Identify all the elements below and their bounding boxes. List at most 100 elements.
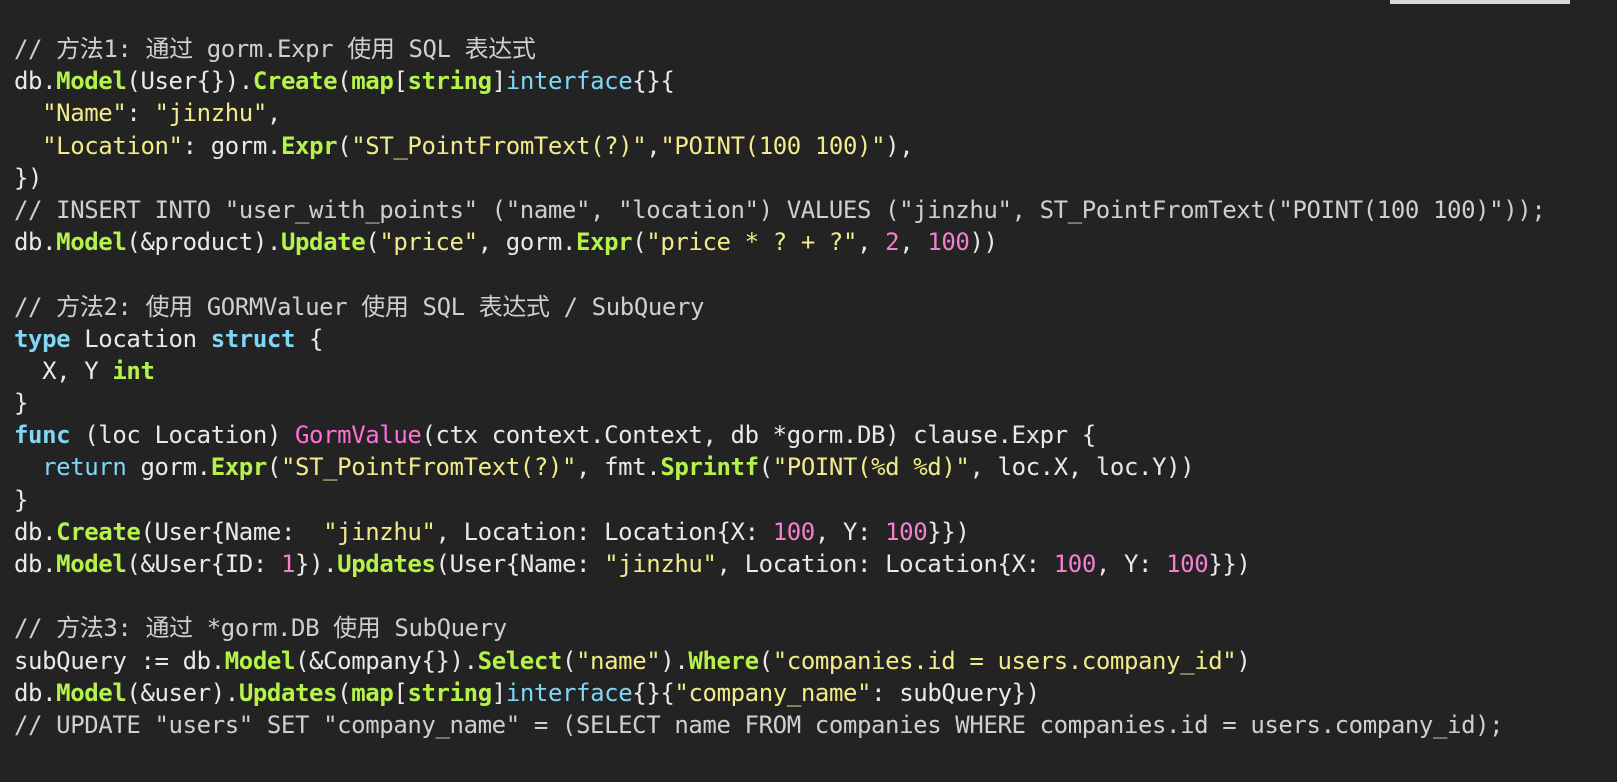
code-line[interactable]: // 方法3: 通过 *gorm.DB 使用 SubQuery bbox=[14, 612, 1545, 644]
code-line[interactable]: return gorm.Expr("ST_PointFromText(?)", … bbox=[14, 451, 1545, 483]
code-text-token: , gorm. bbox=[477, 228, 577, 257]
code-line[interactable]: // INSERT INTO "user_with_points" ("name… bbox=[14, 194, 1546, 226]
code-text-token: , bbox=[266, 99, 281, 128]
code-number-token: 1 bbox=[280, 550, 296, 578]
code-number-token: 100 bbox=[885, 517, 928, 546]
code-comment: // UPDATE "users" SET "company_name" = (… bbox=[14, 710, 1504, 739]
code-line[interactable]: db.Model(&User{ID: 1}).Updates(User{Name… bbox=[14, 548, 1545, 580]
code-text-token: ] bbox=[491, 67, 506, 96]
code-function-token: Expr bbox=[280, 131, 338, 160]
code-string-token: "companies.id = users.company_id" bbox=[772, 646, 1237, 675]
code-string-token: "price" bbox=[379, 228, 478, 257]
code-line[interactable]: } bbox=[14, 484, 1545, 516]
code-comment: // 方法2: 使用 GORMValuer 使用 SQL 表达式 / SubQu… bbox=[14, 292, 705, 321]
code-text-token: ( bbox=[365, 228, 380, 257]
code-editor[interactable]: // 方法1: 通过 gorm.Expr 使用 SQL 表达式 db.Model(… bbox=[0, 0, 1617, 782]
code-text-token: db. bbox=[14, 550, 57, 578]
code-text-token: {}{ bbox=[632, 67, 675, 96]
code-keyword-token: return bbox=[42, 453, 127, 482]
code-text-token: ), bbox=[885, 131, 914, 160]
code-block[interactable]: // 方法1: 通过 gorm.Expr 使用 SQL 表达式 db.Model(… bbox=[14, 33, 1546, 741]
code-line[interactable]: }) bbox=[14, 162, 1545, 194]
code-text-token: ( bbox=[337, 131, 352, 160]
code-text-token: (loc Location) bbox=[70, 421, 295, 450]
code-text-token: (ctx context.Context, db *gorm.DB) claus… bbox=[421, 421, 1096, 450]
code-line[interactable]: "Name": "jinzhu", bbox=[14, 97, 1545, 129]
code-text-token: }}) bbox=[927, 517, 970, 546]
code-line[interactable]: db.Model(User{}).Create(map[string]inter… bbox=[14, 65, 1545, 97]
code-text-token: , bbox=[857, 228, 886, 257]
code-text-token: : bbox=[126, 99, 155, 128]
code-function-token: Model bbox=[56, 67, 127, 96]
code-text-token: X, Y bbox=[14, 356, 113, 385]
code-text-token: (&User{ID: bbox=[126, 550, 281, 578]
code-comment: // 方法1: 通过 gorm.Expr 使用 SQL 表达式 bbox=[14, 35, 536, 63]
code-keyword-token: func bbox=[14, 421, 71, 450]
code-line[interactable]: "Location": gorm.Expr("ST_PointFromText(… bbox=[14, 130, 1545, 162]
code-string-token: "company_name" bbox=[674, 678, 872, 707]
code-text-token: (User{}). bbox=[126, 67, 253, 96]
code-line[interactable]: db.Create(User{Name: "jinzhu", Location:… bbox=[14, 516, 1545, 548]
blank-code-line[interactable] bbox=[14, 258, 1545, 290]
code-keyword-token: struct bbox=[210, 324, 296, 353]
code-text-token: ). bbox=[660, 646, 689, 675]
code-function-token: Create bbox=[252, 67, 338, 96]
code-text-token: : subQuery}) bbox=[871, 678, 1040, 707]
code-text-token: (&user). bbox=[126, 678, 239, 707]
code-text-token: [ bbox=[393, 678, 408, 707]
code-text-token: (&Company{}). bbox=[295, 646, 478, 675]
code-string-token: "ST_PointFromText(?)" bbox=[280, 453, 577, 482]
blank-code-line[interactable] bbox=[14, 580, 1545, 612]
code-string-token: "price * ? + ?" bbox=[646, 228, 858, 257]
code-string-token: "POINT(%d %d)" bbox=[772, 453, 970, 482]
code-line[interactable]: subQuery := db.Model(&Company{}).Select(… bbox=[14, 645, 1545, 677]
code-number-token: 100 bbox=[927, 228, 970, 257]
code-text-token: ( bbox=[337, 678, 352, 707]
code-text-token: ( bbox=[758, 646, 773, 675]
code-line[interactable]: } bbox=[14, 387, 1545, 419]
code-string-token: "jinzhu" bbox=[323, 517, 436, 546]
code-text-token: gorm. bbox=[126, 453, 211, 482]
code-function-token: int bbox=[112, 356, 155, 385]
code-text-token: Location bbox=[70, 324, 211, 353]
code-function-token: Update bbox=[280, 228, 366, 257]
code-text-token: } bbox=[14, 485, 29, 514]
code-text-token: }) bbox=[14, 163, 43, 192]
code-comment: // 方法3: 通过 *gorm.DB 使用 SubQuery bbox=[14, 614, 507, 643]
code-number-token: 100 bbox=[772, 517, 816, 546]
code-line[interactable]: db.Model(&product).Update("price", gorm.… bbox=[14, 226, 1545, 258]
code-text-token: db. bbox=[14, 228, 57, 257]
code-line[interactable]: X, Y int bbox=[14, 355, 1545, 387]
code-string-token: "ST_PointFromText(?)" bbox=[351, 131, 647, 160]
code-text-token: ( bbox=[337, 67, 352, 96]
code-line[interactable]: // 方法1: 通过 gorm.Expr 使用 SQL 表达式 bbox=[14, 33, 1545, 65]
code-text-token: , Location: Location{X: bbox=[435, 517, 773, 546]
code-text-token: { bbox=[295, 324, 324, 353]
code-line[interactable]: db.Model(&user).Updates(map[string]inter… bbox=[14, 677, 1545, 709]
code-function-token: map bbox=[351, 67, 394, 96]
code-line[interactable]: type Location struct { bbox=[14, 323, 1545, 355]
code-keyword-token: type bbox=[14, 324, 71, 353]
code-text-token: {}{ bbox=[632, 678, 675, 707]
code-function-token: Model bbox=[56, 550, 127, 578]
code-function-token: Select bbox=[477, 646, 563, 675]
code-function-token: string bbox=[407, 678, 492, 707]
code-text-token: , Y: bbox=[1095, 550, 1167, 578]
window-top-bar bbox=[1390, 0, 1570, 4]
code-number-token: 100 bbox=[1053, 550, 1097, 578]
code-function-token: Updates bbox=[337, 550, 436, 578]
code-function-token: Sprintf bbox=[660, 453, 759, 482]
code-text-token: , Y: bbox=[814, 517, 886, 546]
code-function-token: Updates bbox=[238, 678, 338, 707]
code-line[interactable]: // 方法2: 使用 GORMValuer 使用 SQL 表达式 / SubQu… bbox=[14, 291, 1545, 323]
code-function-token: Expr bbox=[210, 453, 268, 482]
code-text-token: db. bbox=[14, 517, 57, 546]
code-text-token: , Location: Location{X: bbox=[716, 550, 1054, 578]
code-text-token: }}) bbox=[1208, 550, 1251, 578]
code-line[interactable]: // UPDATE "users" SET "company_name" = (… bbox=[14, 709, 1545, 741]
code-function-token: Expr bbox=[576, 228, 633, 257]
code-text-token: ( bbox=[266, 453, 281, 482]
code-line[interactable]: func (loc Location) GormValue(ctx contex… bbox=[14, 419, 1545, 451]
code-text-token: db. bbox=[14, 67, 57, 96]
code-text-token: ) bbox=[1236, 646, 1251, 675]
